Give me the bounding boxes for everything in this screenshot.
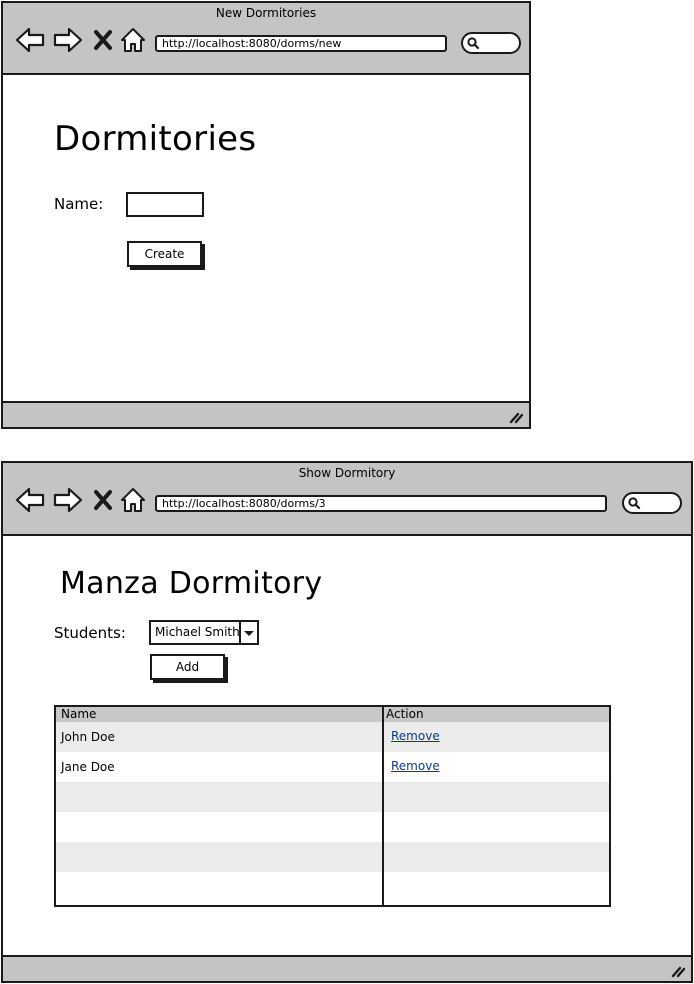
column-divider <box>382 707 384 905</box>
resize-grip-icon[interactable] <box>670 964 686 978</box>
resize-grip-icon[interactable] <box>508 410 524 424</box>
students-table: Name Action John Doe Remove Jane Doe Rem… <box>54 705 611 907</box>
browser-toolbar: New Dormitories http://localhost:8080/do… <box>3 3 529 75</box>
students-selected-value: Michael Smith <box>155 625 240 639</box>
add-button[interactable]: Add <box>150 654 225 680</box>
table-header: Name Action <box>56 707 609 722</box>
name-label: Name: <box>54 195 104 213</box>
table-row: Jane Doe Remove <box>56 752 609 782</box>
remove-link[interactable]: Remove <box>391 759 440 773</box>
back-arrow-icon[interactable] <box>15 487 45 513</box>
page-title: Dormitories <box>54 119 257 159</box>
student-name-cell: John Doe <box>61 730 115 744</box>
name-field[interactable] <box>126 192 204 217</box>
search-box[interactable] <box>461 32 521 54</box>
nav-buttons <box>15 25 150 53</box>
address-bar[interactable]: http://localhost:8080/dorms/new <box>155 35 447 52</box>
table-row <box>56 872 609 902</box>
forward-arrow-icon[interactable] <box>53 27 83 53</box>
chevron-down-icon <box>244 631 254 636</box>
search-icon <box>628 497 641 510</box>
dropdown-button[interactable] <box>239 622 257 643</box>
table-row <box>56 782 609 812</box>
create-button[interactable]: Create <box>127 241 202 267</box>
remove-link[interactable]: Remove <box>391 729 440 743</box>
window-title: New Dormitories <box>215 6 317 20</box>
column-header-name: Name <box>61 707 97 721</box>
nav-buttons <box>15 485 150 513</box>
forward-arrow-icon[interactable] <box>53 487 83 513</box>
address-bar[interactable]: http://localhost:8080/dorms/3 <box>155 495 607 512</box>
table-row: John Doe Remove <box>56 722 609 752</box>
search-box[interactable] <box>622 492 682 514</box>
column-header-action: Action <box>386 707 424 721</box>
stop-x-icon[interactable] <box>94 30 112 50</box>
stop-x-icon[interactable] <box>94 490 112 510</box>
table-row <box>56 842 609 872</box>
search-icon <box>467 37 480 50</box>
window-title: Show Dormitory <box>298 466 396 480</box>
home-icon[interactable] <box>121 28 145 52</box>
students-dropdown[interactable]: Michael Smith <box>149 620 259 645</box>
page-title: Manza Dormitory <box>60 566 323 601</box>
browser-window-show-dormitory: Show Dormitory http://localhost:8080/dor… <box>1 461 693 983</box>
student-name-cell: Jane Doe <box>61 760 115 774</box>
table-row <box>56 812 609 842</box>
status-bar <box>3 401 529 427</box>
status-bar <box>3 955 691 981</box>
browser-toolbar: Show Dormitory http://localhost:8080/dor… <box>3 463 691 536</box>
back-arrow-icon[interactable] <box>15 27 45 53</box>
home-icon[interactable] <box>121 488 145 512</box>
students-label: Students: <box>54 624 126 642</box>
browser-window-new-dormitories: New Dormitories http://localhost:8080/do… <box>1 1 531 429</box>
